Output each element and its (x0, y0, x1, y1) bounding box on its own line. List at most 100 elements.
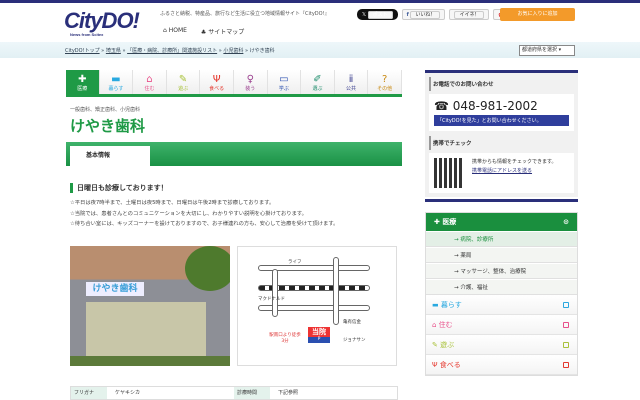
info-key: フリガナ (71, 387, 107, 399)
category-iryo[interactable]: ✚ 医療 (66, 70, 100, 94)
menu-kurasu[interactable]: ▬ 暮らす (426, 295, 577, 315)
phone-heading: お電話でのお問い合わせ (429, 77, 574, 91)
breadcrumb-link[interactable]: 「医療・病院、診療所」関連施設リスト (127, 48, 217, 54)
page-subtitle: 一般歯科、矯正歯科、小児歯科 (70, 107, 141, 113)
menu-sumu[interactable]: ⌂ 住む (426, 315, 577, 335)
mixi-button[interactable]: イイネ！ (449, 9, 490, 20)
phone-icon: ☎ (434, 99, 449, 113)
category-label: 学ぶ (278, 86, 289, 92)
sitemap-link[interactable]: ♣ サイトマップ (201, 27, 244, 36)
info-table-row: フリガナ ケヤキシカ 診療時間 下記参照 (70, 386, 398, 400)
x-post-label: ポスト (367, 11, 393, 19)
menu-label: 住む (438, 321, 453, 329)
facebook-like-label: いいね！ (410, 11, 441, 19)
map-label: 駅南口より徒歩3分 (269, 333, 301, 344)
medical-icon: ✚ (78, 74, 87, 85)
menu-label: 食べる (439, 361, 461, 369)
menu-item-label: 薬局 (460, 253, 472, 259)
category-label: 住む (144, 86, 155, 92)
access-map: ライフ マクドナルド 亀有信金 ジョナサン 駅南口より徒歩3分 当院 P (237, 246, 397, 366)
favorite-button[interactable]: お気に入りに追加 (500, 8, 575, 21)
info-value: ケヤキシカ (115, 390, 141, 396)
facebook-like-button[interactable]: f いいね！ (401, 9, 446, 20)
menu-item-label: 介護、福祉 (460, 285, 488, 291)
top-bar (0, 0, 640, 3)
desk-icon: ▬ (111, 74, 121, 85)
category-label: 遊ぶ (178, 86, 189, 92)
sitemap-label: サイトマップ (208, 29, 245, 36)
category-sonota[interactable]: ? その他 (368, 70, 402, 94)
clinic-photo: けやき歯科 (70, 246, 230, 366)
category-manabu[interactable]: ▭ 学ぶ (267, 70, 302, 94)
phone-number: ☎ 048-981-2002 (434, 99, 569, 113)
phone-value: 048-981-2002 (452, 99, 538, 113)
header-nav: ⌂ HOME ♣ サイトマップ (163, 27, 244, 36)
expand-icon (563, 302, 569, 308)
tab-basic-info[interactable]: 基本情報 (70, 146, 150, 166)
pen-icon: ✐ (313, 74, 322, 85)
logo-subtext: News from Scitex (70, 32, 104, 37)
category-label: 選ぶ (312, 86, 323, 92)
description-line: ☆平日は夜7時半まで、土曜日は夜5時まで、日曜日は午後2時まで診療しております。 (70, 200, 275, 206)
breadcrumb-link[interactable]: CityDO!トップ (65, 48, 100, 54)
section-heading: 日曜日も診療しております！ (70, 183, 168, 193)
menu-item[interactable]: → マッサージ、整体、治療院 (426, 263, 577, 279)
logo-text: CityDO! (64, 8, 140, 33)
home-link[interactable]: ⌂ HOME (163, 27, 187, 36)
menu-label: 遊ぶ (440, 341, 455, 349)
prefecture-select[interactable]: 都道府県を選択 ▾ (519, 45, 575, 56)
menu-iryo[interactable]: ✚ 医療 ⊙ (426, 213, 577, 231)
qr-code (434, 158, 464, 188)
people-icon: ⅱ (348, 74, 354, 85)
menu-label: 暮らす (440, 301, 462, 309)
menu-asobu[interactable]: ✎ 遊ぶ (426, 335, 577, 355)
breadcrumb-link[interactable]: 埼玉県 (106, 48, 121, 54)
tagline: ふるさと納税、特産品、旅行など生活に役立つ地域情報サイト『CityDO!』 (160, 11, 330, 17)
tool-icon: ✎ (178, 74, 188, 85)
info-key: 診療時間 (234, 387, 270, 399)
category-label: 暮らす (108, 86, 124, 92)
category-nav: ✚ 医療 ▬ 暮らす ⌂ 住む ✎ 遊ぶ Ψ 食べる ♀ 装う ▭ 学ぶ ✐ 選ぶ ⅱ 公共 ? そ… (66, 70, 402, 97)
map-label: 亀有信金 (343, 320, 361, 325)
send-address-link[interactable]: 携帯電話にアドレスを送る (472, 168, 532, 174)
category-taberu[interactable]: Ψ 食べる (200, 70, 234, 94)
facebook-icon: f (406, 12, 409, 18)
menu-taberu[interactable]: Ψ 食べる (426, 355, 577, 375)
category-label: 食べる (209, 86, 225, 92)
expand-icon (563, 342, 569, 348)
menu-item[interactable]: → 薬局 (426, 247, 577, 263)
mobile-heading: 携帯でチェック (429, 136, 574, 150)
menu-item-label: マッサージ、整体、治療院 (460, 269, 527, 275)
category-kokyo[interactable]: ⅱ 公共 (334, 70, 369, 94)
x-post-button[interactable]: 𝕏 ポスト (357, 9, 398, 20)
category-label: その他 (377, 86, 393, 92)
category-label: 医療 (77, 86, 88, 92)
breadcrumb-link[interactable]: 小児歯科 (223, 48, 243, 54)
map-label: マクドナルド (258, 297, 285, 302)
category-label: 公共 (346, 86, 357, 92)
parking-marker: P (308, 337, 330, 343)
map-label: ジョナサン (343, 338, 366, 343)
breadcrumb: CityDO!トップ » 埼玉県 » 「医療・病院、診療所」関連施設リスト » … (65, 48, 275, 54)
menu-item-label: 病院、診療所 (460, 237, 494, 243)
contact-box: お電話でのお問い合わせ ☎ 048-981-2002 「CityDO!を見た」と… (425, 73, 578, 197)
home-label: HOME (168, 27, 187, 34)
collapse-icon: ⊙ (563, 218, 569, 226)
clinic-sign: けやき歯科 (86, 282, 144, 296)
expand-icon (563, 322, 569, 328)
category-asobu[interactable]: ✎ 遊ぶ (166, 70, 201, 94)
menu-item[interactable]: → 介護、福祉 (426, 279, 577, 295)
menu-item[interactable]: → 病院、診療所 (426, 231, 577, 247)
sidebar: お電話でのお問い合わせ ☎ 048-981-2002 「CityDO!を見た」と… (425, 70, 578, 376)
citydo-logo[interactable]: CityDO! News from Scitex (64, 8, 140, 37)
prefecture-select-value: 都道府県を選択 (522, 47, 558, 53)
clinic-marker: 当院 (308, 327, 330, 337)
category-label: 装う (245, 86, 256, 92)
category-yosoou[interactable]: ♀ 装う (233, 70, 268, 94)
category-sumu[interactable]: ⌂ 住む (133, 70, 167, 94)
category-erabu[interactable]: ✐ 選ぶ (301, 70, 335, 94)
tab-label: 基本情報 (86, 152, 111, 159)
category-kurasu[interactable]: ▬ 暮らす (99, 70, 134, 94)
description: ☆平日は夜7時半まで、土曜日は夜5時まで、日曜日は午後2時まで診療しております。… (70, 198, 338, 230)
medical-icon: ✚ (434, 218, 440, 226)
